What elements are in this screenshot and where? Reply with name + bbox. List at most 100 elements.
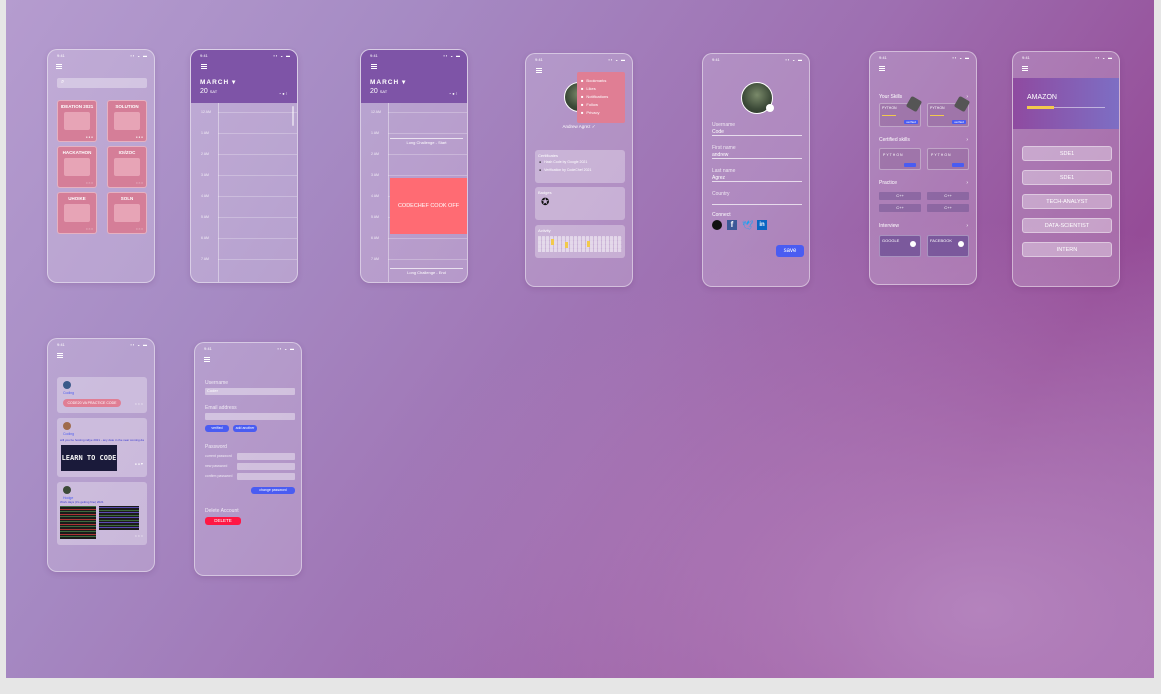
certificates-card: Certificates ● Hash Code by Google 2021 ● V…	[535, 150, 625, 183]
menu-item-icon: ■	[581, 78, 584, 83]
post-card[interactable]: Coding will you be hosting rallye 2021 -…	[57, 418, 147, 477]
event-start-marker[interactable]: Long Challenge - Start	[390, 138, 463, 145]
event-card[interactable]: SOLUTION ● ● ●	[107, 100, 147, 142]
practice-heading: Practice	[879, 180, 898, 186]
twitter-icon[interactable]: 🕊	[742, 220, 753, 230]
menu-icon[interactable]	[371, 64, 377, 69]
certified-skill-card[interactable]: PYTHON	[927, 148, 969, 170]
password-input[interactable]	[237, 473, 295, 480]
company-card-google[interactable]: GOOGLE	[879, 235, 921, 257]
practice-item[interactable]: C++	[879, 192, 921, 200]
phone-settings: 9:41 ▪▪ ◒ ▬ Username Coder Email address …	[194, 342, 302, 576]
change-password-button[interactable]: change password	[251, 487, 295, 494]
phone-calendar: 9:41 ▪▪ ◒ ▬ MARCH ▾ 20 SAT ◔ ● ⁝ 12 AM 1 A…	[190, 49, 298, 283]
hour-label: 3 AM	[371, 173, 379, 177]
phone-edit-profile: 9:41 ▪▪ ◒ ▬ Username Code First name andr…	[702, 53, 810, 287]
role-button[interactable]: TECH-ANALYST	[1022, 194, 1112, 209]
menu-item-follow[interactable]: ■ Follow	[581, 102, 598, 107]
chevron-right-icon[interactable]: ›	[966, 223, 968, 229]
add-email-button[interactable]: add another	[233, 425, 257, 432]
password-input[interactable]	[237, 463, 295, 470]
event-card[interactable]: HACKATHON ○ ○ ○	[57, 146, 97, 188]
chevron-right-icon[interactable]: ›	[966, 180, 968, 186]
card-footer-icons: ○ ○ ○	[85, 181, 93, 185]
post-card[interactable]: Hodge Work days (it's getting fine) 2021…	[57, 482, 147, 545]
certified-skill-card[interactable]: PYTHON	[879, 148, 921, 170]
delete-account-button[interactable]: DELETE	[205, 517, 241, 525]
role-button[interactable]: DATA-SCIENTIST	[1022, 218, 1112, 233]
post-actions[interactable]: ○ ○ ○	[135, 534, 143, 538]
certificate-item[interactable]: ● Hash Code by Google 2021	[539, 160, 587, 164]
practice-item[interactable]: C++	[879, 204, 921, 212]
hour-line	[218, 154, 297, 155]
practice-item[interactable]: C++	[927, 192, 969, 200]
view-toggle[interactable]: ◔ ● ⁝	[279, 91, 287, 96]
event-card[interactable]: IOI/ZOC ○ ○ ○	[107, 146, 147, 188]
hour-label: 5 AM	[201, 215, 209, 219]
post-actions[interactable]: ● ● ♥	[135, 462, 143, 466]
scrollbar[interactable]	[292, 106, 294, 126]
month-selector[interactable]: MARCH ▾	[200, 78, 236, 86]
event-card[interactable]: UHOIKE ○ ○ ○	[57, 192, 97, 234]
menu-item-notifications[interactable]: ■ Notifications	[581, 94, 608, 99]
menu-icon[interactable]	[879, 66, 885, 71]
hour-line	[388, 133, 467, 134]
search-input[interactable]: ⌕	[57, 78, 147, 88]
menu-icon[interactable]	[57, 353, 63, 358]
github-icon[interactable]	[712, 220, 722, 230]
camera-icon[interactable]	[766, 104, 774, 112]
post-card[interactable]: Coding CODE20 VA PRACTICE CODE ○ ○ ○	[57, 377, 147, 413]
post-actions[interactable]: ○ ○ ○	[135, 402, 143, 406]
linkedin-icon[interactable]: in	[757, 220, 767, 230]
card-footer-icons: ● ● ●	[85, 135, 93, 139]
country-field[interactable]	[712, 198, 802, 205]
event-card[interactable]: IDEATION 2021 ● ● ●	[57, 100, 97, 142]
day-name: SAT	[209, 89, 218, 94]
verify-button[interactable]: verified	[205, 425, 229, 432]
menu-icon[interactable]	[1022, 66, 1028, 71]
event-end-marker[interactable]: Long Challenge - End	[390, 268, 463, 275]
practice-code-button[interactable]: CODE20 VA PRACTICE CODE	[63, 399, 121, 407]
menu-icon[interactable]	[56, 64, 62, 69]
password-label: confirm password	[205, 474, 233, 478]
menu-icon[interactable]	[204, 357, 210, 362]
lastname-field[interactable]: Agrez	[712, 175, 802, 182]
hour-line	[218, 238, 297, 239]
event-block[interactable]: CODECHEF COOK OFF	[390, 178, 467, 234]
firstname-field[interactable]: andrew	[712, 152, 802, 159]
facebook-icon[interactable]: f	[727, 220, 737, 230]
save-button[interactable]: save	[776, 245, 804, 257]
menu-item-bookmarks[interactable]: ■ Bookmarks	[581, 78, 606, 83]
view-toggle[interactable]: ◔ ● ⁝	[449, 91, 457, 96]
hour-label: 12 AM	[201, 110, 211, 114]
menu-icon[interactable]	[201, 64, 207, 69]
company-banner: AMAZON	[1013, 78, 1119, 129]
role-button[interactable]: INTERN	[1022, 242, 1112, 257]
month-selector[interactable]: MARCH ▾	[370, 78, 406, 86]
hour-line	[388, 112, 467, 113]
password-label: current password	[205, 454, 232, 458]
hour-line	[218, 196, 297, 197]
password-input[interactable]	[237, 453, 295, 460]
username-field[interactable]: Code	[712, 129, 802, 136]
hour-label: 5 AM	[371, 215, 379, 219]
day-number: 20	[200, 88, 208, 95]
menu-item-likes[interactable]: ■ Likes	[581, 86, 596, 91]
hour-line	[218, 112, 297, 113]
role-button[interactable]: SDE1	[1022, 170, 1112, 185]
hour-line	[388, 154, 467, 155]
hour-label: 7 AM	[201, 257, 209, 261]
username-input[interactable]: Coder	[205, 388, 295, 395]
email-input[interactable]	[205, 413, 295, 420]
card-footer-icons: ○ ○ ○	[135, 181, 143, 185]
practice-item[interactable]: C++	[927, 204, 969, 212]
avatar	[63, 381, 71, 389]
company-card-facebook[interactable]: FACEBOOK	[927, 235, 969, 257]
certificate-item[interactable]: ● Verification by CodeChef 2021	[539, 168, 591, 172]
event-card[interactable]: SOLN ○ ○ ○	[107, 192, 147, 234]
menu-icon[interactable]	[536, 68, 542, 73]
chevron-right-icon[interactable]: ›	[966, 137, 968, 143]
card-footer-icons: ● ● ●	[135, 135, 143, 139]
menu-item-privacy[interactable]: ■ Privacy	[581, 110, 600, 115]
role-button[interactable]: SDE1	[1022, 146, 1112, 161]
